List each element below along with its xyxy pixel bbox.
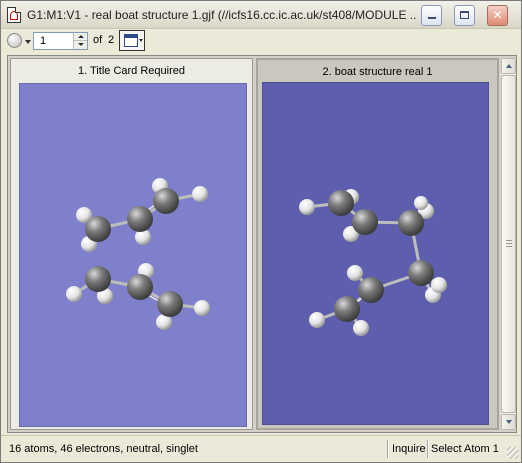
minimize-button[interactable]	[421, 5, 442, 26]
toolbar: 1 of 2	[1, 29, 521, 53]
scroll-up-button[interactable]	[501, 58, 516, 74]
vertical-scrollbar[interactable]	[500, 58, 516, 430]
molecule-panel-1[interactable]: 1. Title Card Required	[10, 58, 253, 430]
window-title: G1:M1:V1 - real boat structure 1.gjf (//…	[27, 8, 417, 22]
stepper-up-button[interactable]	[74, 33, 87, 41]
status-action: Select Atom 1	[431, 443, 499, 455]
molecule-viewport-2[interactable]	[262, 82, 489, 425]
scroll-down-button[interactable]	[501, 414, 516, 430]
title-bar[interactable]: G1:M1:V1 - real boat structure 1.gjf (//…	[1, 1, 521, 29]
panel-title: 2. boat structure real 1	[322, 66, 433, 78]
status-divider	[387, 440, 389, 458]
document-icon	[7, 7, 21, 23]
molecule-index-stepper[interactable]: 1	[33, 32, 88, 50]
animate-circle-icon[interactable]	[7, 33, 22, 48]
chevron-down-icon	[139, 39, 143, 42]
molecule-panel-2[interactable]: 2. boat structure real 1	[256, 58, 499, 430]
status-text: 16 atoms, 46 electrons, neutral, singlet	[9, 443, 198, 455]
dropdown-arrow-icon[interactable]	[25, 40, 31, 44]
panel-title: 1. Title Card Required	[78, 65, 185, 77]
scroll-thumb[interactable]	[501, 75, 516, 413]
molecule-index-value[interactable]: 1	[40, 35, 46, 47]
maximize-icon	[460, 11, 469, 19]
molecule-grid: 1. Title Card Required 2. boat structure…	[7, 55, 517, 433]
app-window: G1:M1:V1 - real boat structure 1.gjf (//…	[0, 0, 522, 463]
of-label: of	[93, 34, 103, 46]
stepper-down-button[interactable]	[74, 41, 87, 49]
maximize-button[interactable]	[454, 5, 475, 26]
status-mode: Inquire	[392, 443, 426, 455]
resize-grip-icon[interactable]	[507, 447, 519, 459]
molecule-structure-2[interactable]	[263, 83, 489, 425]
window-layout-icon	[124, 34, 138, 47]
grip-icon	[506, 240, 512, 247]
stepper-buttons	[73, 33, 87, 49]
molecule-viewport-1[interactable]	[19, 83, 247, 427]
molecule-structure-1[interactable]	[20, 84, 247, 427]
close-icon: ✕	[492, 8, 503, 22]
molecule-count: 2	[108, 34, 115, 46]
status-bar: 16 atoms, 46 electrons, neutral, singlet…	[1, 435, 521, 461]
minimize-icon	[427, 17, 436, 19]
layout-button[interactable]	[119, 30, 145, 51]
close-button[interactable]: ✕	[487, 5, 508, 26]
status-divider	[427, 440, 429, 458]
